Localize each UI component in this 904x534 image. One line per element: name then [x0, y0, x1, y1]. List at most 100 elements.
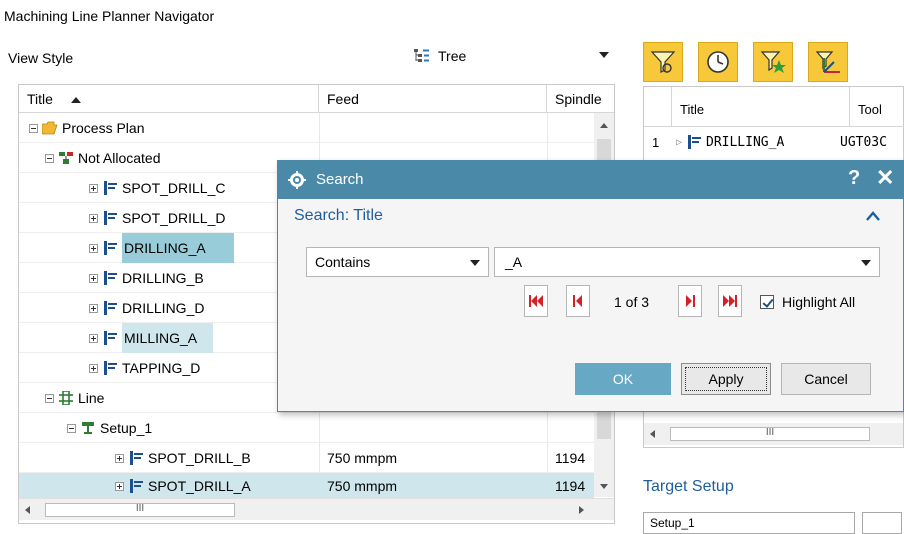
scrollbar-thumb[interactable]: III: [45, 503, 235, 517]
column-header-title[interactable]: Title: [19, 85, 319, 113]
axis-filter-icon: [815, 51, 840, 73]
expand-toggle[interactable]: [115, 481, 124, 491]
horizontal-scrollbar[interactable]: III: [19, 498, 614, 520]
cancel-button[interactable]: Cancel: [781, 363, 871, 395]
expand-toggle[interactable]: [89, 243, 98, 253]
target-setup-label: Target Setup: [643, 478, 734, 495]
tree-row[interactable]: Process Plan: [19, 113, 594, 143]
scrollbar-thumb[interactable]: III: [670, 427, 870, 441]
tree-row[interactable]: SPOT_DRILL_A 750 mmpm 1194: [19, 473, 594, 499]
first-result-button[interactable]: [524, 285, 548, 317]
operation-icon: [104, 181, 117, 195]
result-count: 1 of 3: [614, 294, 650, 310]
tree-row[interactable]: Setup_1: [19, 413, 594, 443]
expand-toggle[interactable]: [89, 183, 98, 193]
collapse-toggle[interactable]: [29, 123, 38, 133]
scroll-left-icon[interactable]: [650, 430, 655, 438]
close-icon[interactable]: ✕: [876, 165, 894, 191]
search-group-header[interactable]: Search: Title: [278, 199, 903, 235]
line-icon: [59, 391, 73, 405]
operation-icon: [130, 451, 143, 465]
search-dialog: Search ? ✕ Search: Title Contains _A 1 o…: [277, 160, 904, 412]
tree-view-icon: [414, 49, 429, 62]
app-title: Machining Line Planner Navigator: [4, 8, 215, 24]
column-header-title[interactable]: Title: [672, 87, 850, 127]
filter-button[interactable]: [643, 42, 683, 82]
folder-open-icon: [42, 121, 58, 135]
ok-button[interactable]: OK: [575, 363, 671, 395]
next-icon: [686, 295, 695, 307]
target-setup-button[interactable]: [862, 512, 902, 534]
chevron-down-icon: [599, 52, 609, 58]
tree-row-label: DRILLING_A: [122, 233, 234, 263]
tree-row-label: Not Allocated: [78, 150, 161, 166]
previous-icon: [573, 295, 582, 307]
horizontal-scrollbar[interactable]: III: [644, 423, 903, 445]
match-mode-dropdown[interactable]: Contains: [306, 247, 489, 277]
chevron-up-icon[interactable]: [866, 211, 880, 221]
column-header-tool[interactable]: Tool: [850, 87, 904, 127]
expand-arrow-icon[interactable]: ▷: [672, 137, 686, 148]
setup-icon: [82, 422, 94, 434]
next-result-button[interactable]: [678, 285, 702, 317]
clock-filter-icon: [707, 51, 729, 73]
tree-row-label: DRILLING_B: [122, 270, 204, 286]
view-style-value: Tree: [438, 48, 467, 64]
operation-icon: [104, 241, 117, 255]
search-input[interactable]: _A: [494, 247, 880, 277]
expand-toggle[interactable]: [89, 363, 98, 373]
expand-toggle[interactable]: [89, 303, 98, 313]
last-icon: [723, 295, 737, 307]
chevron-down-icon[interactable]: [861, 260, 871, 266]
scroll-down-icon[interactable]: [600, 484, 608, 489]
search-input-value: _A: [505, 254, 523, 270]
dialog-titlebar[interactable]: Search ? ✕: [278, 161, 903, 199]
operation-icon: [104, 301, 117, 315]
scroll-right-icon[interactable]: [579, 506, 584, 514]
feed-cell: 750 mmpm: [327, 478, 398, 494]
tree-row-label: DRILLING_D: [122, 300, 205, 316]
list-row-tool: UGT03C: [840, 134, 887, 150]
target-setup-field[interactable]: Setup_1: [643, 512, 855, 534]
operation-icon: [104, 271, 117, 285]
collapse-toggle[interactable]: [45, 393, 54, 403]
operation-icon: [130, 479, 143, 493]
apply-button[interactable]: Apply: [681, 363, 771, 395]
tree-row-label: SPOT_DRILL_A: [148, 478, 251, 494]
expand-toggle[interactable]: [89, 213, 98, 223]
expand-toggle[interactable]: [115, 453, 124, 463]
scroll-up-icon[interactable]: [600, 123, 608, 128]
help-icon[interactable]: ?: [848, 167, 860, 190]
tree-row-label: Process Plan: [62, 120, 145, 136]
operation-icon: [104, 331, 117, 345]
collapse-toggle[interactable]: [45, 153, 54, 163]
machine-filter-button[interactable]: [753, 42, 793, 82]
sort-ascending-icon: [70, 97, 81, 104]
feed-cell: 750 mmpm: [327, 450, 398, 466]
operation-icon: [104, 211, 117, 225]
expand-toggle[interactable]: [89, 333, 98, 343]
list-row-title: DRILLING_A: [706, 134, 785, 150]
collapse-toggle[interactable]: [67, 423, 76, 433]
tree-row-label: SPOT_DRILL_C: [122, 180, 226, 196]
view-style-dropdown[interactable]: Tree: [405, 41, 616, 71]
axis-filter-button[interactable]: [808, 42, 848, 82]
spindle-cell: 1194: [555, 450, 586, 466]
expand-toggle[interactable]: [89, 273, 98, 283]
previous-result-button[interactable]: [566, 285, 590, 317]
column-header-spindle[interactable]: Spindle: [547, 85, 614, 113]
tree-header: Title Feed Spindle: [19, 85, 614, 113]
scroll-left-icon[interactable]: [25, 506, 30, 514]
tree-row-label: MILLING_A: [122, 323, 214, 353]
operation-list-header: Title Tool: [644, 87, 904, 127]
time-filter-button[interactable]: [698, 42, 738, 82]
last-result-button[interactable]: [718, 285, 742, 317]
column-header-feed[interactable]: Feed: [319, 85, 547, 113]
tree-row[interactable]: SPOT_DRILL_B 750 mmpm 1194: [19, 443, 594, 473]
column-header-index: [644, 87, 672, 127]
tree-row-label: SPOT_DRILL_D: [122, 210, 226, 226]
highlight-all-checkbox[interactable]: [760, 295, 774, 309]
list-row[interactable]: 1 ▷ DRILLING_A UGT03C: [644, 127, 904, 157]
column-header-title-label: Title: [27, 91, 53, 107]
spindle-cell: 1194: [555, 478, 586, 494]
